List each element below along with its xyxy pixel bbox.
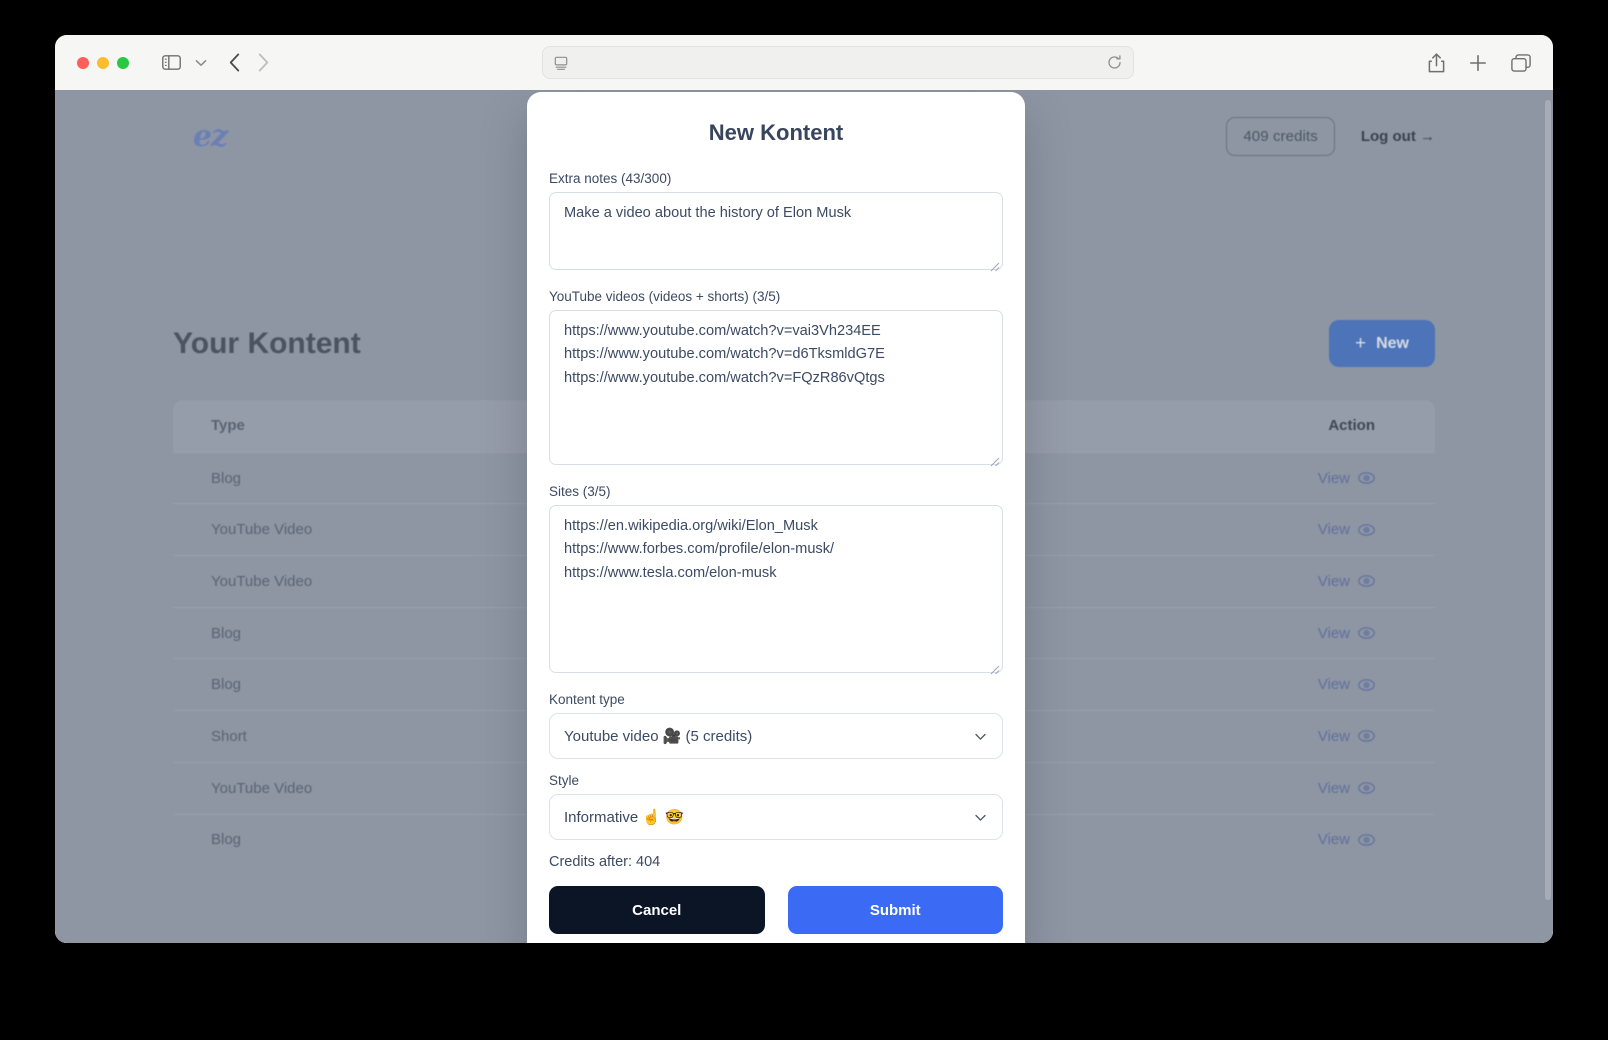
sites-input[interactable] xyxy=(549,505,1003,673)
tab-overview-icon[interactable] xyxy=(1511,53,1531,72)
address-bar[interactable] xyxy=(542,46,1134,79)
reader-view-icon[interactable] xyxy=(554,56,568,70)
modal-overlay: New Kontent Extra notes (43/300) YouTube… xyxy=(55,90,1553,943)
youtube-videos-field: YouTube videos (videos + shorts) (3/5) xyxy=(549,289,1003,470)
sites-wrap xyxy=(549,505,1003,678)
sites-field: Sites (3/5) xyxy=(549,484,1003,678)
youtube-videos-input[interactable] xyxy=(549,310,1003,465)
credits-after-text: Credits after: 404 xyxy=(549,854,661,870)
kontent-type-field: Kontent type Youtube video 🎥 (5 credits) xyxy=(549,692,1003,759)
extra-notes-label: Extra notes (43/300) xyxy=(549,171,672,186)
chevron-down-icon[interactable] xyxy=(195,59,207,67)
reload-icon[interactable] xyxy=(1107,55,1122,70)
plus-icon[interactable] xyxy=(1469,54,1487,72)
youtube-videos-label: YouTube videos (videos + shorts) (3/5) xyxy=(549,289,781,304)
back-arrow-icon[interactable] xyxy=(229,53,240,72)
maximize-window-button[interactable] xyxy=(117,56,129,69)
new-kontent-modal: New Kontent Extra notes (43/300) YouTube… xyxy=(527,92,1025,943)
style-label: Style xyxy=(549,773,580,788)
extra-notes-field: Extra notes (43/300) xyxy=(549,171,1003,275)
sites-label: Sites (3/5) xyxy=(549,484,611,499)
sidebar-toggle-icon[interactable] xyxy=(162,55,181,70)
toolbar-right-actions xyxy=(1428,35,1531,90)
submit-button[interactable]: Submit xyxy=(787,886,1003,934)
cancel-button[interactable]: Cancel xyxy=(549,886,765,934)
extra-notes-input[interactable] xyxy=(549,192,1003,270)
modal-actions: Cancel Submit xyxy=(549,886,1003,934)
chevron-down-icon xyxy=(975,728,986,745)
chevron-down-icon xyxy=(975,809,986,826)
kontent-type-value: Youtube video 🎥 (5 credits) xyxy=(564,728,753,745)
kontent-type-select[interactable]: Youtube video 🎥 (5 credits) xyxy=(549,713,1003,759)
forward-arrow-icon[interactable] xyxy=(258,53,269,72)
window-controls xyxy=(77,56,129,69)
style-value: Informative ☝️ 🤓 xyxy=(564,809,684,826)
browser-window: ez 409 credits Log out → Your Kontent + … xyxy=(55,35,1553,943)
style-select[interactable]: Informative ☝️ 🤓 xyxy=(549,794,1003,840)
close-window-button[interactable] xyxy=(77,56,89,69)
extra-notes-wrap xyxy=(549,192,1003,275)
browser-toolbar xyxy=(55,35,1553,90)
youtube-videos-wrap xyxy=(549,310,1003,470)
page-viewport: ez 409 credits Log out → Your Kontent + … xyxy=(55,90,1553,943)
style-field: Style Informative ☝️ 🤓 xyxy=(549,773,1003,840)
kontent-type-label: Kontent type xyxy=(549,692,625,707)
share-icon[interactable] xyxy=(1428,52,1445,73)
modal-title: New Kontent xyxy=(708,120,844,145)
minimize-window-button[interactable] xyxy=(97,56,109,69)
